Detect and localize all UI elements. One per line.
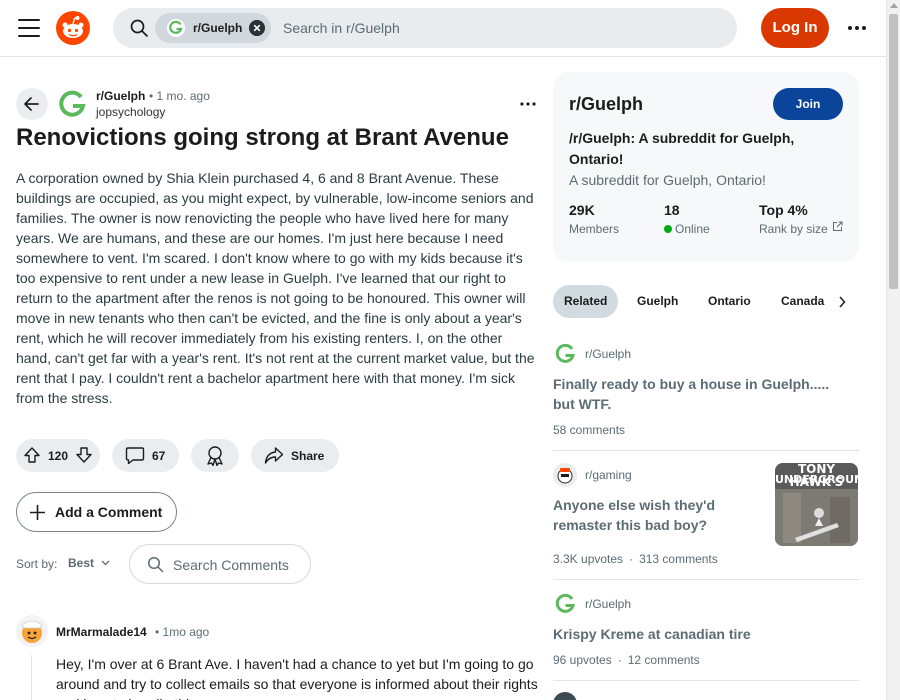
related-post-comments: 313 comments <box>639 552 718 566</box>
thumbnail-title-line2: UNDERGROUND <box>775 473 858 486</box>
share-label: Share <box>291 449 325 463</box>
downvote-icon[interactable] <box>75 446 93 464</box>
comment-body: Hey, I'm over at 6 Brant Ave. I haven't … <box>56 656 538 700</box>
rank-label[interactable]: Rank by size <box>759 222 828 236</box>
add-comment-button[interactable]: Add a Comment <box>16 492 177 532</box>
chevron-right-icon[interactable] <box>838 296 846 308</box>
divider <box>553 680 859 681</box>
community-description: A subreddit for Guelph, Ontario! <box>569 172 766 188</box>
join-button[interactable]: Join <box>773 88 843 120</box>
related-post-title[interactable]: Finally ready to buy a house in Guelph..… <box>553 374 843 414</box>
post-time: • 1 mo. ago <box>149 89 210 103</box>
plus-icon <box>30 505 45 520</box>
share-icon <box>264 447 284 464</box>
avatar[interactable] <box>16 615 48 647</box>
chevron-down-icon[interactable] <box>101 560 110 566</box>
menu-icon[interactable] <box>18 19 40 37</box>
subreddit-avatar[interactable] <box>553 592 577 616</box>
related-post-meta: 96 upvotes · 12 comments <box>553 653 700 667</box>
subreddit-avatar[interactable] <box>553 463 577 487</box>
search-input[interactable]: Search in r/Guelph <box>283 20 400 36</box>
sort-dropdown[interactable]: Best <box>68 556 94 570</box>
tab-canada[interactable]: Canada <box>781 285 824 318</box>
related-post-upvotes: 3.3K upvotes <box>553 552 624 566</box>
top-bar: r/Guelph Search in r/Guelph Log In <box>0 0 886 57</box>
comment-icon <box>125 447 145 465</box>
external-link-icon[interactable] <box>832 221 843 232</box>
reddit-logo-icon[interactable] <box>56 11 90 45</box>
search-icon <box>130 19 148 37</box>
vote-count: 120 <box>48 449 69 463</box>
sort-label: Sort by: <box>16 557 58 571</box>
related-subreddit-link[interactable]: r/Guelph <box>585 347 631 361</box>
back-button[interactable] <box>16 88 48 120</box>
post-author-link[interactable]: jopsychology <box>96 105 165 119</box>
thread-line[interactable] <box>31 655 32 700</box>
search-bar[interactable]: r/Guelph Search in r/Guelph <box>113 8 737 48</box>
related-post-meta: 58 comments <box>553 423 626 437</box>
subreddit-avatar[interactable] <box>553 692 577 700</box>
comment-count: 67 <box>152 449 166 463</box>
post-subreddit-link[interactable]: r/Guelph <box>96 89 145 103</box>
community-heading: /r/Guelph: A subreddit for Guelph, Ontar… <box>569 130 795 167</box>
share-button[interactable]: Share <box>251 439 339 472</box>
post-body: A corporation owned by Shia Klein purcha… <box>16 170 535 406</box>
members-count: 29K <box>569 202 595 218</box>
comments-button[interactable]: 67 <box>112 439 179 472</box>
comment-author-link[interactable]: MrMarmalade14 <box>56 625 147 639</box>
comment-time: • 1mo ago <box>155 625 210 639</box>
close-icon[interactable] <box>249 20 265 36</box>
community-title: r/Guelph <box>569 94 644 114</box>
guelph-logo-icon <box>167 19 185 37</box>
back-arrow-icon <box>24 97 39 111</box>
scroll-thumb[interactable] <box>889 14 898 289</box>
related-subreddit-link[interactable]: r/gaming <box>585 468 632 482</box>
login-button[interactable]: Log In <box>761 8 829 48</box>
vote-control: 120 <box>16 439 100 472</box>
more-icon[interactable] <box>846 20 868 36</box>
tab-guelph[interactable]: Guelph <box>637 285 678 318</box>
subreddit-search-chip[interactable]: r/Guelph <box>155 13 271 43</box>
related-post-upvotes: 96 upvotes <box>553 653 612 667</box>
online-label-text: Online <box>675 222 710 236</box>
divider <box>553 579 859 580</box>
community-info-card: r/Guelph Join /r/Guelph: A subreddit for… <box>553 72 859 262</box>
post-thumbnail[interactable]: TONY HAWK'S UNDERGROUND <box>775 463 858 546</box>
online-label: Online <box>664 222 710 236</box>
members-label: Members <box>569 222 620 236</box>
related-subreddit-link[interactable]: r/Guelph <box>585 597 631 611</box>
search-chip-label: r/Guelph <box>193 21 243 35</box>
scrollbar[interactable] <box>886 0 900 700</box>
award-icon <box>207 446 223 466</box>
online-count: 18 <box>664 202 680 218</box>
divider <box>553 450 859 451</box>
related-post-meta: 3.3K upvotes · 313 comments <box>553 552 718 566</box>
rank-value: Top 4% <box>759 202 808 218</box>
subreddit-avatar[interactable] <box>553 342 577 366</box>
search-comments-button[interactable]: Search Comments <box>129 544 311 584</box>
tab-related[interactable]: Related <box>553 285 619 318</box>
upvote-icon[interactable] <box>23 446 41 464</box>
post-title: Renovictions going strong at Brant Avenu… <box>16 124 509 151</box>
related-post-title[interactable]: Anyone else wish they'd remaster this ba… <box>553 495 753 535</box>
tab-ontario[interactable]: Ontario <box>708 285 751 318</box>
online-dot <box>664 225 672 233</box>
add-comment-label: Add a Comment <box>55 504 163 520</box>
subreddit-avatar[interactable] <box>56 88 88 120</box>
scroll-up-arrow[interactable] <box>890 3 898 8</box>
related-post-comments: 12 comments <box>627 653 700 667</box>
more-icon[interactable] <box>518 100 538 108</box>
search-icon <box>147 556 164 573</box>
award-button[interactable] <box>191 439 239 472</box>
related-post-title[interactable]: Krispy Kreme at canadian tire <box>553 624 843 644</box>
search-comments-label: Search Comments <box>173 557 289 573</box>
